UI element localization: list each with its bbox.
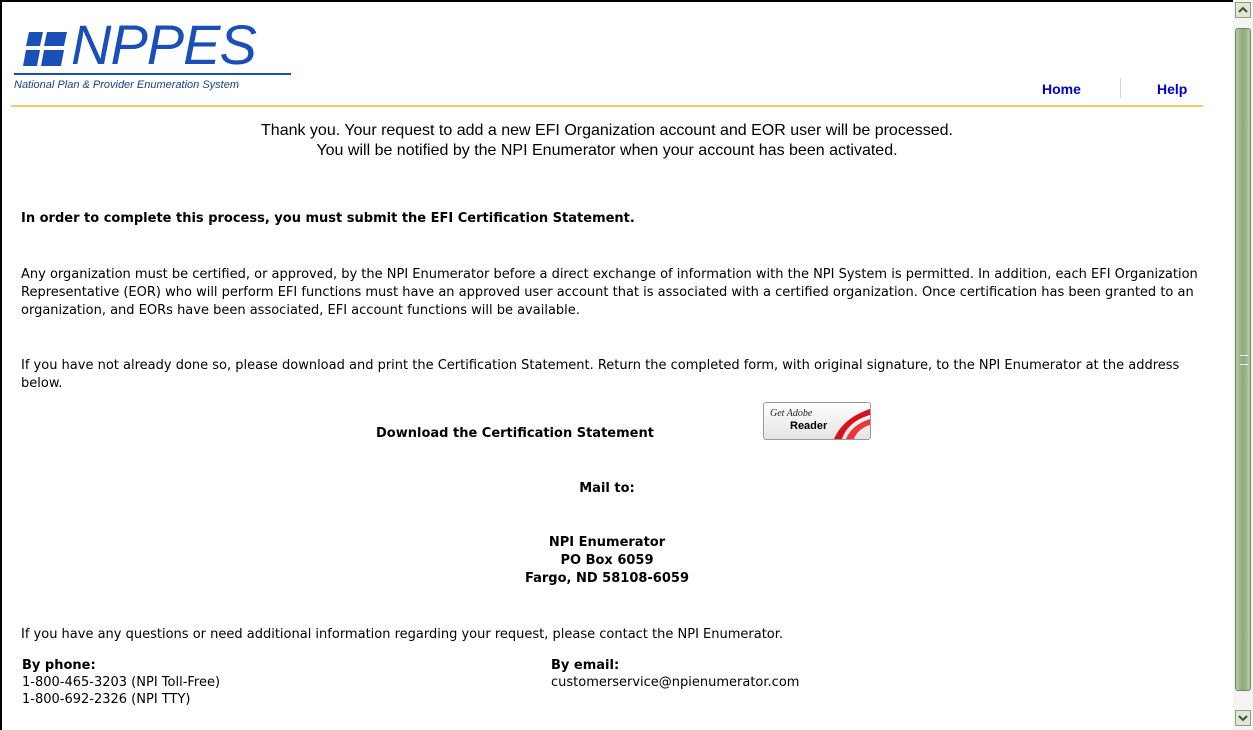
confirmation-line-1: Thank you. Your request to add a new EFI… <box>261 122 953 139</box>
scroll-down-button[interactable] <box>1235 710 1251 726</box>
vertical-scrollbar[interactable] <box>1233 0 1253 730</box>
nav-divider <box>1120 78 1121 98</box>
logo-text: NPPES <box>71 13 257 76</box>
address-city: Fargo, ND 58108-6059 <box>524 571 689 586</box>
get-adobe-reader-button[interactable]: Get Adobe Reader <box>763 402 871 440</box>
scroll-up-button[interactable] <box>1235 2 1251 18</box>
chevron-down-icon <box>1238 715 1248 722</box>
scrollbar-thumb[interactable] <box>1235 28 1251 691</box>
confirmation-line-2: You will be notified by the NPI Enumerat… <box>316 142 898 159</box>
address-name: NPI Enumerator <box>548 535 666 550</box>
phone-tty: 1-800-692-2326 (NPI TTY) <box>22 692 191 707</box>
download-instructions: If you have not already done so, please … <box>21 358 1180 391</box>
adobe-button-line1: Get Adobe <box>770 408 813 419</box>
chevron-up-icon <box>1238 6 1248 13</box>
adobe-reader-icon <box>834 409 870 439</box>
logo-rule <box>14 73 291 75</box>
phone-label: By phone: <box>22 658 96 673</box>
questions-text: If you have any questions or need additi… <box>21 627 784 642</box>
certification-notice: In order to complete this process, you m… <box>21 211 635 226</box>
header-divider <box>11 105 1203 107</box>
phone-contact: By phone: 1-800-465-3203 (NPI Toll-Free)… <box>22 657 220 708</box>
phone-toll-free: 1-800-465-3203 (NPI Toll-Free) <box>22 675 221 690</box>
logo-subtitle: National Plan & Provider Enumeration Sys… <box>14 79 239 91</box>
page-frame: NPPES National Plan & Provider Enumerati… <box>0 0 1233 730</box>
logo-mark-icon <box>23 32 67 66</box>
email-label: By email: <box>551 658 620 673</box>
nppes-logo: NPPES National Plan & Provider Enumerati… <box>11 10 291 96</box>
nav-help-link[interactable]: Help <box>1157 81 1187 97</box>
email-address[interactable]: customerservice@npienumerator.com <box>551 674 799 691</box>
mailing-address: NPI Enumerator PO Box 6059 Fargo, ND 581… <box>11 534 1203 588</box>
mail-to-label: Mail to: <box>579 481 635 496</box>
nav-home-link[interactable]: Home <box>1042 81 1081 97</box>
certification-paragraph: Any organization must be certified, or a… <box>21 267 1198 318</box>
download-certification-link[interactable]: Download the Certification Statement <box>376 426 654 441</box>
address-po-box: PO Box 6059 <box>560 553 654 568</box>
email-contact: By email: customerservice@npienumerator.… <box>551 657 799 691</box>
scroll-grip <box>1240 355 1248 365</box>
confirmation-message: Thank you. Your request to add a new EFI… <box>11 121 1203 161</box>
adobe-button-line2: Reader <box>790 420 828 432</box>
